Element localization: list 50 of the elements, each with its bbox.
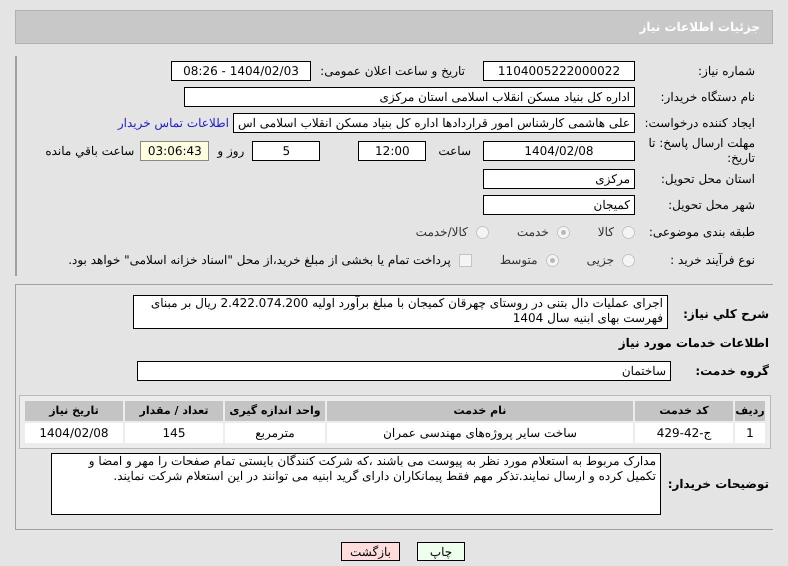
table-cell: مترمربع (225, 423, 325, 443)
radio-label: جزیی (586, 252, 614, 269)
input-field[interactable]: 12:00 (358, 141, 426, 161)
input-field[interactable]: 1104005222000022 (483, 61, 635, 81)
input-field[interactable]: ساختمان (137, 361, 671, 381)
field-label: نام دستگاه خریدار: (660, 90, 756, 104)
remaining-label: ساعت باقي مانده (45, 143, 134, 160)
field-label: شماره نیاز: (697, 64, 756, 78)
radio-label: کالا/خدمت (416, 224, 468, 241)
table-cell: 1404/02/08 (25, 423, 123, 443)
field-label: نوع فرآیند خرید : (669, 252, 756, 268)
input-field[interactable]: مرکزی (483, 169, 635, 189)
column-header: ردیف (735, 401, 765, 421)
print-button[interactable]: چاپ (417, 542, 465, 561)
field-label: شهر محل تحویل: (667, 198, 756, 212)
time-label: ساعت (438, 143, 471, 160)
input-field[interactable]: 1404/02/03 - 08:26 (171, 61, 311, 81)
radio-label: کالا (598, 224, 614, 241)
table-cell: ج-42-429 (635, 423, 733, 443)
field-label: مهلت ارسال پاسخ: تا تاریخ: (647, 136, 756, 166)
column-header: نام خدمت (327, 401, 633, 421)
input-field[interactable]: اداره کل بنیاد مسکن انقلاب اسلامی استان مرکزی (184, 87, 635, 107)
input-field[interactable]: علی هاشمی کارشناس امور قراردادها اداره کل بنیاد مسکن انقلاب اسلامی اس (233, 113, 635, 133)
section-heading: اطلاعات خدمات مورد نیاز (617, 335, 770, 352)
days-label: روز و (217, 143, 244, 160)
table-cell: 145 (125, 423, 223, 443)
field-label: توضیحات خریدار: (666, 476, 770, 493)
field-label: ایجاد کننده درخواست: (643, 116, 756, 130)
field-label: شرح کلي نياز: (682, 306, 770, 323)
field-label: استان محل تحویل: (660, 172, 756, 186)
table-cell: 1 (735, 423, 765, 443)
column-header: کد خدمت (635, 401, 733, 421)
contact-link[interactable]: اطلاعات تماس خریدار (118, 114, 229, 132)
field-label: گروه خدمت: (694, 363, 770, 380)
column-header: واحد اندازه گیری (225, 401, 325, 421)
input-field[interactable]: 5 (252, 141, 320, 161)
checkbox-label: پرداخت تمام یا بخشی از مبلغ خرید،از محل "اسناد خزانه اسلامی" خواهد بود. (68, 252, 451, 269)
radio-label: متوسط (500, 252, 538, 269)
column-header: تعداد / مقدار (125, 401, 223, 421)
table-cell: ساخت سایر پروژه‌های مهندسی عمران (327, 423, 633, 443)
input-field[interactable]: 1404/02/08 (483, 141, 635, 161)
field-label: تاریخ و ساعت اعلان عمومی: (319, 64, 466, 78)
column-header: تاریخ نیاز (25, 401, 123, 421)
countdown-field[interactable]: 03:06:43 (140, 141, 210, 161)
input-field[interactable]: کمیجان (483, 195, 635, 215)
field-label: طبقه بندی موضوعی: (648, 224, 756, 240)
description-textarea[interactable]: اجرای عملیات دال بتنی در روستای چهرقان کمیجان با مبلغ برآورد اولیه 2.422.074.200 ریال بر مبنای فهرست بهای ابنیه سال 1404 (133, 295, 668, 329)
notes-textarea[interactable]: مدارک مربوط به استعلام مورد نظر به پیوست می باشند ،که شرکت کنندگان بایستی تمام صفحات را مهر و امضا و تکمیل کرده و ارسال نمایند.تذکر مهم فقط پیمانکاران دارای گرید ابنیه می توانند در این استعلام شرکت نمایند. (51, 453, 661, 515)
radio-label: خدمت (516, 224, 549, 241)
back-button[interactable]: بازگشت (341, 542, 400, 561)
